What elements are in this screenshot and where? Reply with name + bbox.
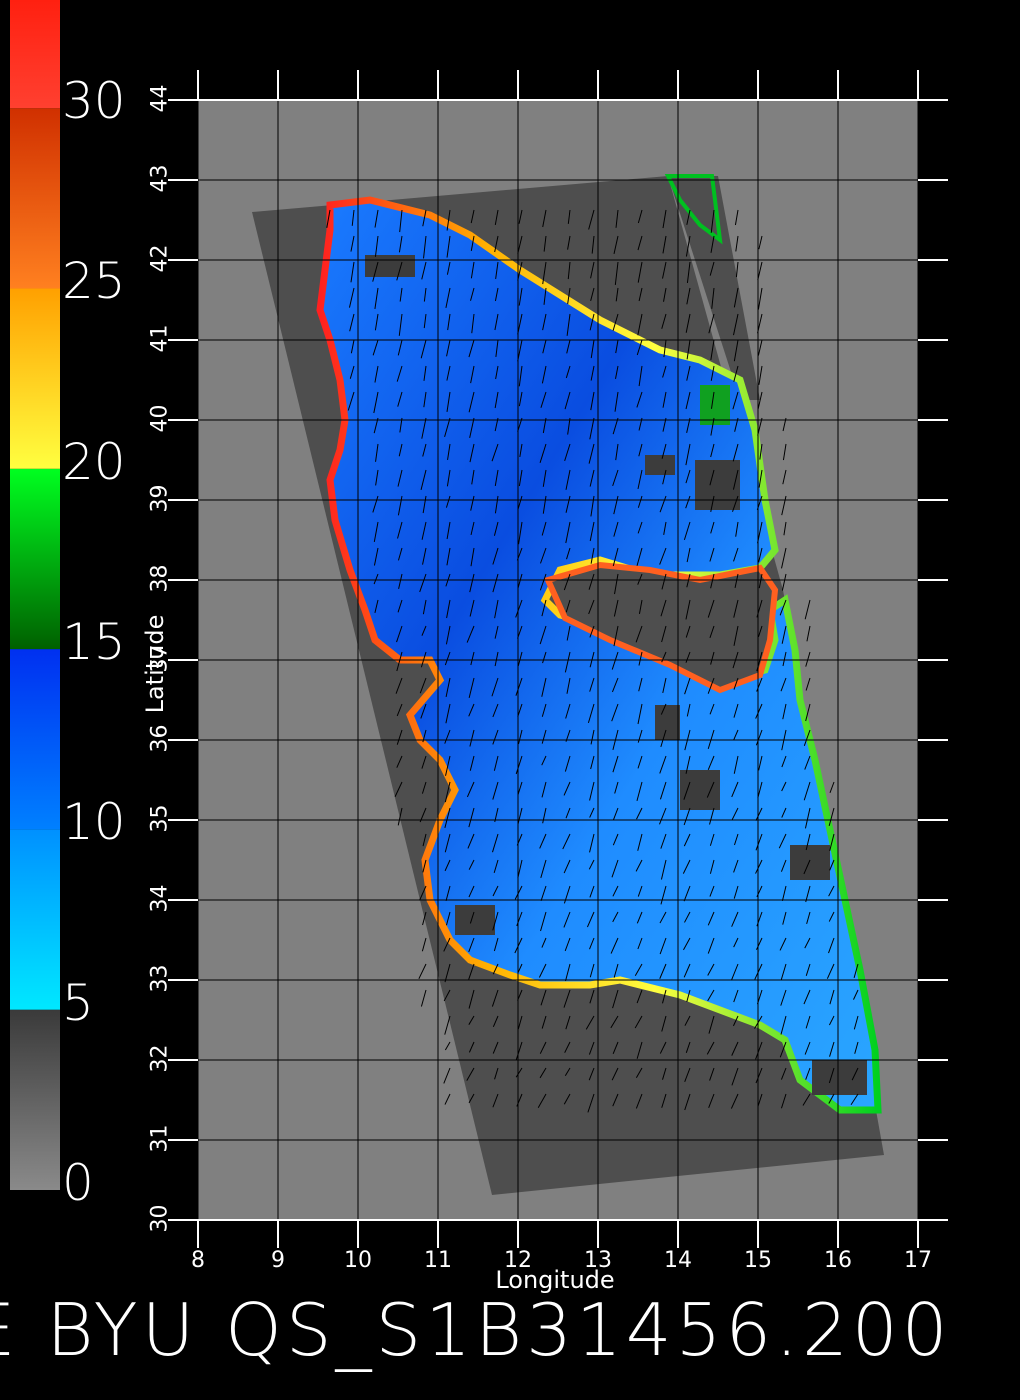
y-tick-label: 31 xyxy=(147,1124,173,1153)
colorbar-tick-label: 20 xyxy=(62,432,126,491)
y-tick-label: 39 xyxy=(147,484,173,513)
x-tick-label: 14 xyxy=(664,1248,692,1273)
y-tick-label: 35 xyxy=(147,804,173,833)
y-tick-label: 41 xyxy=(147,324,173,353)
y-tick-label: 32 xyxy=(147,1044,173,1073)
y-tick-label: 33 xyxy=(147,964,173,993)
colorbar-tick-label: 15 xyxy=(62,613,126,672)
colorbar xyxy=(10,0,60,1190)
image-title: E BYU QS_S1B31456.200 xyxy=(0,1288,952,1372)
y-tick-label: 36 xyxy=(147,724,173,753)
y-tick-label: 42 xyxy=(147,244,173,273)
y-axis-label: Latitude xyxy=(141,614,169,714)
y-tick-label: 44 xyxy=(147,84,173,113)
colorbar-tick-label: 30 xyxy=(62,72,126,131)
colorbar-segment xyxy=(10,108,60,289)
y-tick-label: 38 xyxy=(147,564,173,593)
x-tick-label: 10 xyxy=(344,1248,372,1273)
x-tick-label: 16 xyxy=(824,1248,852,1273)
x-tick-label: 15 xyxy=(744,1248,772,1273)
colorbar-segment xyxy=(10,468,60,650)
y-tick-label: 43 xyxy=(147,164,173,193)
colorbar-segment xyxy=(10,829,60,1010)
x-tick-label: 11 xyxy=(424,1248,452,1273)
y-tick-label: 34 xyxy=(147,884,173,913)
x-tick-label: 17 xyxy=(904,1248,932,1273)
y-tick-label: 30 xyxy=(147,1204,173,1233)
colorbar-tick-label: 5 xyxy=(62,973,94,1032)
colorbar-segment xyxy=(10,288,60,469)
colorbar-tick-label: 10 xyxy=(62,793,126,852)
colorbar-tick-label: 0 xyxy=(62,1154,94,1212)
x-tick-label: 8 xyxy=(191,1248,205,1273)
colorbar-segment xyxy=(10,1009,60,1190)
colorbar-tick-label: 25 xyxy=(62,252,126,311)
colorbar-segment xyxy=(10,649,60,830)
x-tick-label: 9 xyxy=(271,1248,285,1273)
y-tick-label: 40 xyxy=(147,404,173,433)
colorbar-segment xyxy=(10,0,60,109)
